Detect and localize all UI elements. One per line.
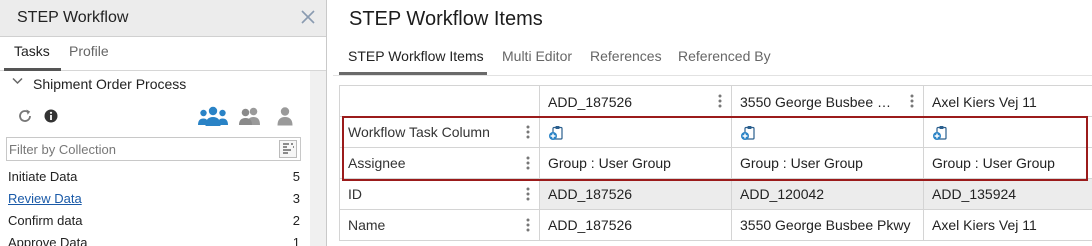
kebab-menu-icon[interactable] — [526, 156, 530, 170]
info-icon[interactable] — [44, 109, 58, 123]
grid-corner — [339, 85, 540, 117]
filter-field — [6, 137, 301, 161]
task-list: Initiate Data 5 Review Data 3 Confirm da… — [0, 166, 310, 246]
task-toolbar — [0, 100, 310, 134]
row-header-label: Name — [348, 217, 386, 233]
grid-cell[interactable]: Group : User Group — [539, 147, 732, 179]
task-row-confirm-data[interactable]: Confirm data 2 — [0, 210, 310, 232]
task-count: 1 — [292, 235, 300, 246]
grid-cell[interactable]: 3550 George Busbee Pkwy — [731, 209, 924, 241]
editor-tabs: STEP Workflow Items Multi Editor Referen… — [333, 38, 1092, 76]
grid-cell: ADD_135924 — [923, 178, 1092, 210]
panel-title: STEP Workflow — [17, 9, 129, 26]
process-label: Shipment Order Process — [33, 76, 187, 92]
grid-cell[interactable] — [731, 116, 924, 148]
grid-cell[interactable]: ADD_187526 — [539, 209, 732, 241]
grid-row-name: Name ADD_187526 3550 George Busbee Pkwy … — [339, 209, 1092, 241]
grid-cell[interactable] — [539, 116, 732, 148]
tab-tasks[interactable]: Tasks — [14, 43, 50, 59]
column-header-label: Axel Kiers Vej 11 — [932, 93, 1037, 110]
close-icon[interactable] — [299, 8, 317, 26]
group-users-icon[interactable] — [197, 105, 229, 127]
kebab-menu-icon[interactable] — [718, 94, 722, 108]
row-header: Workflow Task Column — [339, 116, 540, 148]
chevron-down-icon[interactable] — [12, 77, 23, 85]
add-to-workflow-icon[interactable] — [740, 125, 756, 141]
process-group-header[interactable]: Shipment Order Process — [0, 71, 310, 97]
task-row-approve-data[interactable]: Approve Data 1 — [0, 232, 310, 246]
grid-cell: ADD_120042 — [731, 178, 924, 210]
grid-cell[interactable]: Axel Kiers Vej 11 — [923, 209, 1092, 241]
task-name-link[interactable]: Review Data — [8, 191, 82, 206]
grid-row-assignee: Assignee Group : User Group Group : User… — [339, 147, 1092, 179]
scrollbar[interactable] — [310, 71, 326, 246]
grid-row-id: ID ADD_187526 ADD_120042 ADD_135924 — [339, 178, 1092, 210]
task-row-review-data[interactable]: Review Data 3 — [0, 188, 310, 210]
row-header: ID — [339, 178, 540, 210]
add-to-workflow-icon[interactable] — [932, 125, 948, 141]
task-count: 2 — [292, 213, 300, 228]
grid-header-row: ADD_187526 3550 George Busbee Pk... Axel… — [339, 85, 1092, 117]
grid-row-workflow-task: Workflow Task Column — [339, 116, 1092, 148]
add-to-workflow-icon[interactable] — [548, 125, 564, 141]
task-count: 5 — [292, 169, 300, 184]
user-icon[interactable] — [275, 106, 295, 126]
column-header-label: 3550 George Busbee Pk... — [740, 93, 900, 110]
grid-cell[interactable] — [923, 116, 1092, 148]
tab-multi-editor[interactable]: Multi Editor — [502, 48, 572, 64]
kebab-menu-icon[interactable] — [910, 94, 914, 108]
tab-referenced-by[interactable]: Referenced By — [678, 48, 771, 64]
task-row-initiate-data[interactable]: Initiate Data 5 — [0, 166, 310, 188]
task-name: Confirm data — [8, 213, 83, 228]
tab-step-workflow-items[interactable]: STEP Workflow Items — [348, 48, 484, 64]
tab-references[interactable]: References — [590, 48, 662, 64]
row-header-label: Workflow Task Column — [348, 124, 490, 140]
refresh-icon[interactable] — [16, 107, 34, 125]
kebab-menu-icon[interactable] — [526, 187, 530, 201]
column-header-label: ADD_187526 — [548, 93, 633, 110]
task-name: Initiate Data — [8, 169, 78, 184]
panel-tabs: Tasks Profile — [0, 37, 326, 71]
workflow-items-grid: ADD_187526 3550 George Busbee Pk... Axel… — [339, 85, 1092, 241]
column-header[interactable]: ADD_187526 — [539, 85, 732, 117]
workflow-items-panel: STEP Workflow Items STEP Workflow Items … — [333, 0, 1092, 246]
column-header[interactable]: 3550 George Busbee Pk... — [731, 85, 924, 117]
row-header: Name — [339, 209, 540, 241]
row-header-label: Assignee — [348, 155, 406, 171]
page-title: STEP Workflow Items — [349, 8, 543, 30]
row-header-label: ID — [348, 186, 362, 202]
users-icon[interactable] — [237, 106, 263, 126]
kebab-menu-icon[interactable] — [526, 125, 530, 139]
active-tab-indicator — [339, 72, 487, 75]
tabs-divider — [333, 75, 1092, 76]
row-header: Assignee — [339, 147, 540, 179]
panel-header: STEP Workflow — [0, 0, 326, 37]
tab-profile[interactable]: Profile — [69, 43, 109, 59]
filter-input[interactable] — [9, 140, 264, 158]
collection-filter-icon[interactable] — [279, 140, 297, 158]
grid-cell[interactable]: Group : User Group — [923, 147, 1092, 179]
column-header[interactable]: Axel Kiers Vej 11 — [923, 85, 1092, 117]
task-count: 3 — [292, 191, 300, 206]
task-name: Approve Data — [8, 235, 88, 246]
kebab-menu-icon[interactable] — [526, 218, 530, 232]
grid-cell[interactable]: Group : User Group — [731, 147, 924, 179]
grid-cell: ADD_187526 — [539, 178, 732, 210]
workflow-panel: STEP Workflow Tasks Profile Shipment Ord… — [0, 0, 327, 246]
